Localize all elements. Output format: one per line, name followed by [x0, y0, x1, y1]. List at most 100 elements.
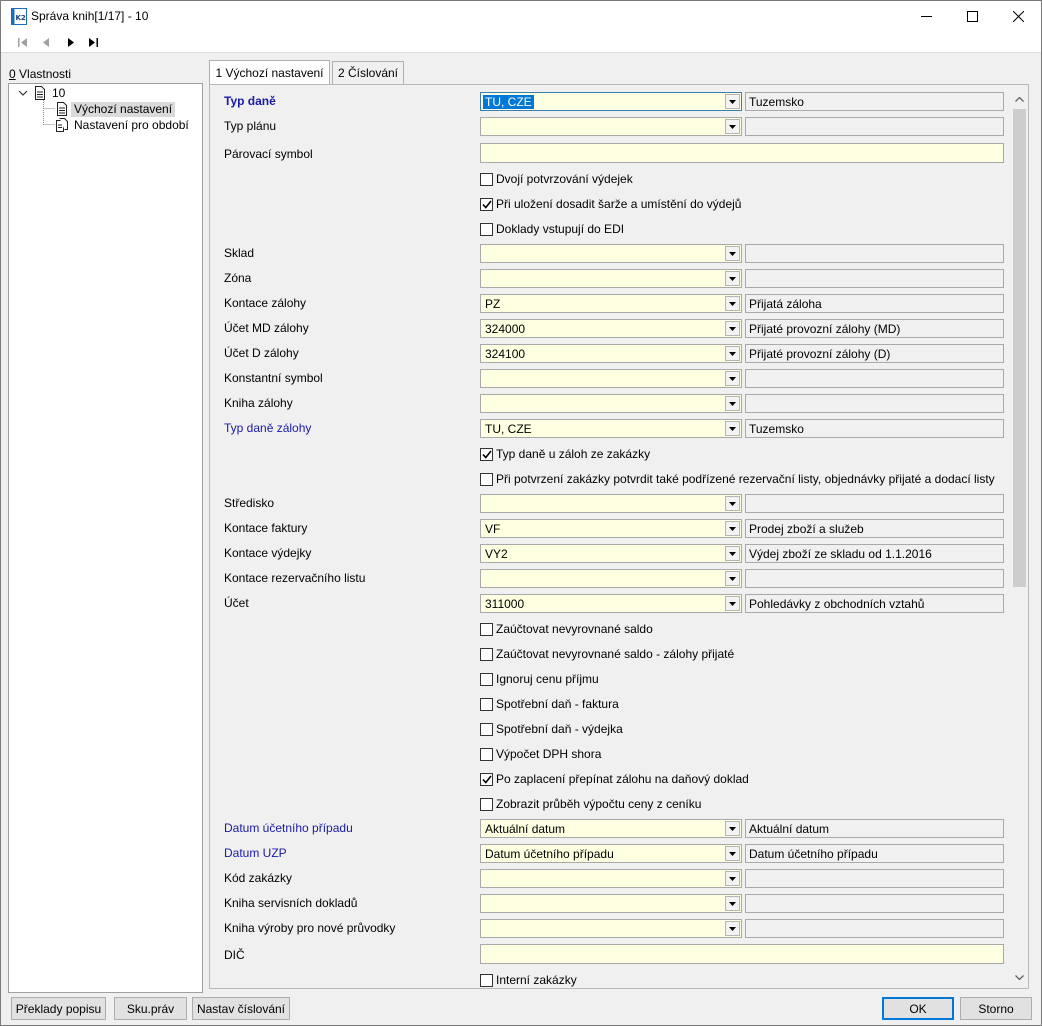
dvoji-potvrzovani-checkbox[interactable]: Dvojí potvrzování výdejek: [480, 172, 633, 186]
checkbox-box[interactable]: [480, 447, 493, 461]
typ-dane-zalohy-combo[interactable]: TU, CZE: [480, 419, 742, 438]
dropdown-button[interactable]: [725, 871, 740, 886]
pri-ulozeni-checkbox[interactable]: Při uložení dosadit šarže a umístění do …: [480, 197, 741, 211]
dropdown-button[interactable]: [725, 846, 740, 861]
checkbox-box[interactable]: [480, 647, 493, 661]
dropdown-button[interactable]: [725, 421, 740, 436]
dropdown-button[interactable]: [725, 596, 740, 611]
dropdown-button[interactable]: [725, 521, 740, 536]
checkbox-box[interactable]: [480, 747, 493, 761]
datum-uzp-combo[interactable]: Datum účetního případu: [480, 844, 742, 863]
kod-zakazky-combo[interactable]: [480, 869, 742, 888]
checkbox-box[interactable]: [480, 973, 493, 987]
kontace-rezervacniho-combo[interactable]: [480, 569, 742, 588]
properties-tree[interactable]: 10 Výchozí nastavení Nastavení pro obdob…: [8, 83, 203, 993]
ucet-combo[interactable]: 311000: [480, 594, 742, 613]
checkbox-box[interactable]: [480, 472, 493, 486]
dropdown-button[interactable]: [725, 346, 740, 361]
tab-default-settings[interactable]: 1 Výchozí nastavení: [209, 60, 330, 85]
parovaci-symbol-input[interactable]: [480, 143, 1004, 163]
zauctovat-saldo-zalohy-checkbox[interactable]: Zaúčtovat nevyrovnané saldo - zálohy při…: [480, 647, 734, 661]
last-record-button[interactable]: [86, 35, 102, 49]
tree-node-period-settings[interactable]: Nastavení pro období: [56, 117, 192, 133]
checkbox-box[interactable]: [480, 672, 493, 686]
dropdown-button[interactable]: [725, 571, 740, 586]
checkbox-box[interactable]: [480, 772, 493, 786]
scroll-down-button[interactable]: [1011, 969, 1028, 986]
zauctovat-saldo-checkbox[interactable]: Zaúčtovat nevyrovnané saldo: [480, 622, 653, 636]
kniha-servisnich-combo[interactable]: [480, 894, 742, 913]
checkbox-box[interactable]: [480, 697, 493, 711]
typ-dane-value: TU, CZE: [483, 95, 534, 109]
tree-node-default-settings[interactable]: Výchozí nastavení: [56, 101, 176, 117]
dropdown-button[interactable]: [725, 296, 740, 311]
dropdown-button[interactable]: [725, 546, 740, 561]
kniha-vyroby-combo[interactable]: [480, 919, 742, 938]
storno-button[interactable]: Storno: [960, 997, 1032, 1020]
title-bar[interactable]: K2 Správa knih[1/17] - 10: [1, 1, 1041, 32]
typ-dane-combo[interactable]: TU, CZE: [480, 92, 742, 111]
kniha-zalohy-combo[interactable]: [480, 394, 742, 413]
vertical-scrollbar[interactable]: [1011, 91, 1028, 988]
sku-prav-button[interactable]: Sku.práv: [114, 997, 187, 1020]
interni-zakazky-checkbox[interactable]: Interní zakázky: [480, 973, 577, 987]
dropdown-button[interactable]: [725, 821, 740, 836]
ucet-d-zalohy-desc-text: Přijaté provozní zálohy (D): [749, 347, 891, 361]
dropdown-button[interactable]: [725, 321, 740, 336]
dropdown-button[interactable]: [725, 371, 740, 386]
kontace-zalohy-combo[interactable]: PZ: [480, 294, 742, 313]
checkbox-box[interactable]: [480, 197, 493, 211]
checkbox-box[interactable]: [480, 172, 493, 186]
datum-uzp-value: Datum účetního případu: [485, 847, 614, 861]
chevron-down-icon: [729, 401, 736, 406]
dropdown-button[interactable]: [725, 921, 740, 936]
scroll-up-button[interactable]: [1011, 91, 1028, 108]
checkbox-box[interactable]: [480, 797, 493, 811]
kontace-faktury-combo[interactable]: VF: [480, 519, 742, 538]
scroll-thumb[interactable]: [1013, 109, 1026, 587]
konstantni-symbol-combo[interactable]: [480, 369, 742, 388]
sklad-combo[interactable]: [480, 244, 742, 263]
doklady-edi-checkbox[interactable]: Doklady vstupují do EDI: [480, 222, 624, 236]
dropdown-button[interactable]: [725, 246, 740, 261]
checkbox-box[interactable]: [480, 722, 493, 736]
minimize-button[interactable]: [903, 1, 949, 32]
spotrebni-vydejka-checkbox[interactable]: Spotřební daň - výdejka: [480, 722, 623, 736]
collapse-chevron-icon[interactable]: [17, 87, 29, 99]
po-zaplaceni-checkbox[interactable]: Po zaplacení přepínat zálohu na daňový d…: [480, 772, 749, 786]
checkbox-box[interactable]: [480, 222, 493, 236]
close-button[interactable]: [995, 1, 1041, 32]
spotrebni-faktura-checkbox[interactable]: Spotřební daň - faktura: [480, 697, 619, 711]
tree-node-root[interactable]: 10: [17, 85, 68, 101]
dropdown-button[interactable]: [725, 271, 740, 286]
dic-input[interactable]: [480, 944, 1004, 964]
ignoruj-cenu-checkbox[interactable]: Ignoruj cenu příjmu: [480, 672, 599, 686]
previous-record-button[interactable]: [38, 35, 54, 49]
stredisko-combo[interactable]: [480, 494, 742, 513]
dropdown-button[interactable]: [725, 396, 740, 411]
dropdown-button[interactable]: [725, 94, 740, 109]
preklady-popisu-button[interactable]: Překlady popisu: [11, 997, 106, 1020]
dropdown-button[interactable]: [725, 119, 740, 134]
checkbox-box[interactable]: [480, 622, 493, 636]
sklad-desc: [745, 244, 1004, 263]
kontace-vydejky-combo[interactable]: VY2: [480, 544, 742, 563]
typ-planu-combo[interactable]: [480, 117, 742, 136]
ucet-d-zalohy-combo[interactable]: 324100: [480, 344, 742, 363]
vypocet-dph-checkbox[interactable]: Výpočet DPH shora: [480, 747, 601, 761]
first-record-button[interactable]: [15, 35, 31, 49]
maximize-button[interactable]: [949, 1, 995, 32]
pri-potvrzeni-checkbox[interactable]: Při potvrzení zakázky potvrdit také podř…: [480, 472, 995, 486]
tab-numbering[interactable]: 2 Číslování: [332, 61, 404, 84]
datum-ucetniho-desc: Aktuální datum: [745, 819, 1004, 838]
nastav-cislovani-button[interactable]: Nastav číslování: [192, 997, 290, 1020]
zona-combo[interactable]: [480, 269, 742, 288]
dropdown-button[interactable]: [725, 496, 740, 511]
datum-ucetniho-combo[interactable]: Aktuální datum: [480, 819, 742, 838]
dropdown-button[interactable]: [725, 896, 740, 911]
typ-dane-u-zaloh-checkbox[interactable]: Typ daně u záloh ze zakázky: [480, 447, 650, 461]
ok-button[interactable]: OK: [882, 997, 954, 1020]
next-record-button[interactable]: [63, 35, 79, 49]
zobrazit-prubeh-checkbox[interactable]: Zobrazit průběh výpočtu ceny z ceníku: [480, 797, 701, 811]
ucet-md-zalohy-combo[interactable]: 324000: [480, 319, 742, 338]
